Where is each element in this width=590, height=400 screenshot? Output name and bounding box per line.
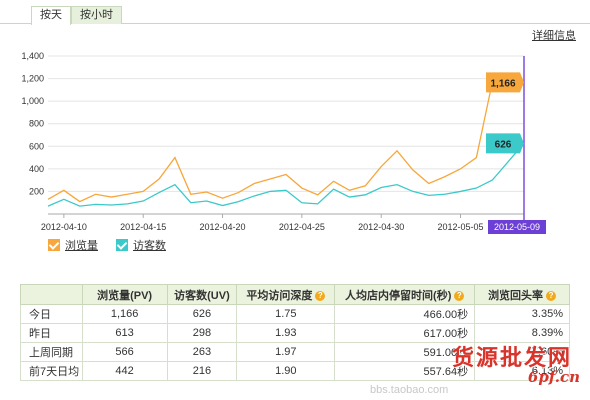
header-uv: 访客数(UV) [166,284,238,305]
highlight-date-label: 2012-05-09 [494,222,540,232]
cell-uv: 216 [166,361,238,381]
x-tick-label: 2012-05-05 [438,222,484,232]
stats-header-row: 浏览量(PV) 访客数(UV) 平均访问深度? 人均店内停留时间(秒)? 浏览回… [20,284,570,305]
cell-stay: 466.00秒 [334,304,476,324]
cell-uv: 298 [166,323,238,343]
watermark-url: 6pf.cn [527,368,580,386]
y-tick-label: 200 [29,186,44,196]
chart-legend: 浏览量 访客数 [48,236,184,254]
header-pv-label: 浏览量(PV) [97,289,153,302]
cell-pv: 1,166 [81,304,168,324]
tab-by-day[interactable]: 按天 [31,6,71,25]
tab-by-hour[interactable]: 按小时 [71,6,122,24]
cell-uv: 263 [166,342,238,362]
row-label: 昨日 [20,323,83,343]
header-avg-depth: 平均访问深度? [236,284,336,305]
header-pv: 浏览量(PV) [81,284,168,305]
traffic-line-chart: 1,400 1,200 1,000 800 600 400 200 2012-04-10 201… [21,51,546,234]
cell-uv: 626 [166,304,238,324]
table-row: 今日 1,166 626 1.75 466.00秒 3.35% [20,304,570,324]
row-label: 上周同期 [20,342,83,362]
header-blank [20,284,83,305]
y-tick-label: 1,000 [21,96,44,106]
header-avg-depth-label: 平均访问深度 [246,289,313,302]
y-tick-label: 600 [29,141,44,151]
cell-depth: 1.90 [236,361,336,381]
x-tick-label: 2012-04-25 [279,222,325,232]
x-tick-label: 2012-04-15 [120,222,166,232]
help-icon[interactable]: ? [546,290,557,301]
header-return-rate: 浏览回头率? [474,284,570,305]
header-uv-label: 访客数(UV) [174,289,230,302]
header-stay-time: 人均店内停留时间(秒)? [334,284,476,305]
cell-depth: 1.97 [236,342,336,362]
period-tabbar: 按天 按小时 [0,0,590,25]
faded-watermark-url: bbs.taobao.com [370,384,449,396]
x-tick-label: 2012-04-10 [41,222,87,232]
y-tick-label: 1,400 [21,51,44,61]
help-icon[interactable]: ? [454,290,465,301]
series-line-pv [47,81,524,203]
x-tick-label: 2012-04-20 [200,222,246,232]
help-icon[interactable]: ? [315,290,326,301]
legend-uv-label: 访客数 [133,240,166,252]
cell-depth: 1.75 [236,304,336,324]
cell-return: 3.35% [474,304,570,324]
y-tick-label: 1,200 [21,74,44,84]
legend-uv[interactable]: 访客数 [116,237,166,253]
cell-depth: 1.93 [236,323,336,343]
header-stay-time-label: 人均店内停留时间(秒) [345,289,452,302]
cell-pv: 566 [81,342,168,362]
y-tick-label: 800 [29,119,44,129]
legend-pv-checkbox[interactable] [48,239,60,251]
cell-pv: 442 [81,361,168,381]
x-tick-label: 2012-04-30 [358,222,404,232]
row-label: 前7天日均 [20,361,83,381]
legend-pv[interactable]: 浏览量 [48,237,98,253]
cell-pv: 613 [81,323,168,343]
row-label: 今日 [20,304,83,324]
series-end-label: 626 [495,139,512,150]
y-tick-label: 400 [29,164,44,174]
series-end-label: 1,166 [490,78,515,89]
legend-uv-checkbox[interactable] [116,239,128,251]
header-return-rate-label: 浏览回头率 [488,289,544,302]
legend-pv-label: 浏览量 [65,240,98,252]
